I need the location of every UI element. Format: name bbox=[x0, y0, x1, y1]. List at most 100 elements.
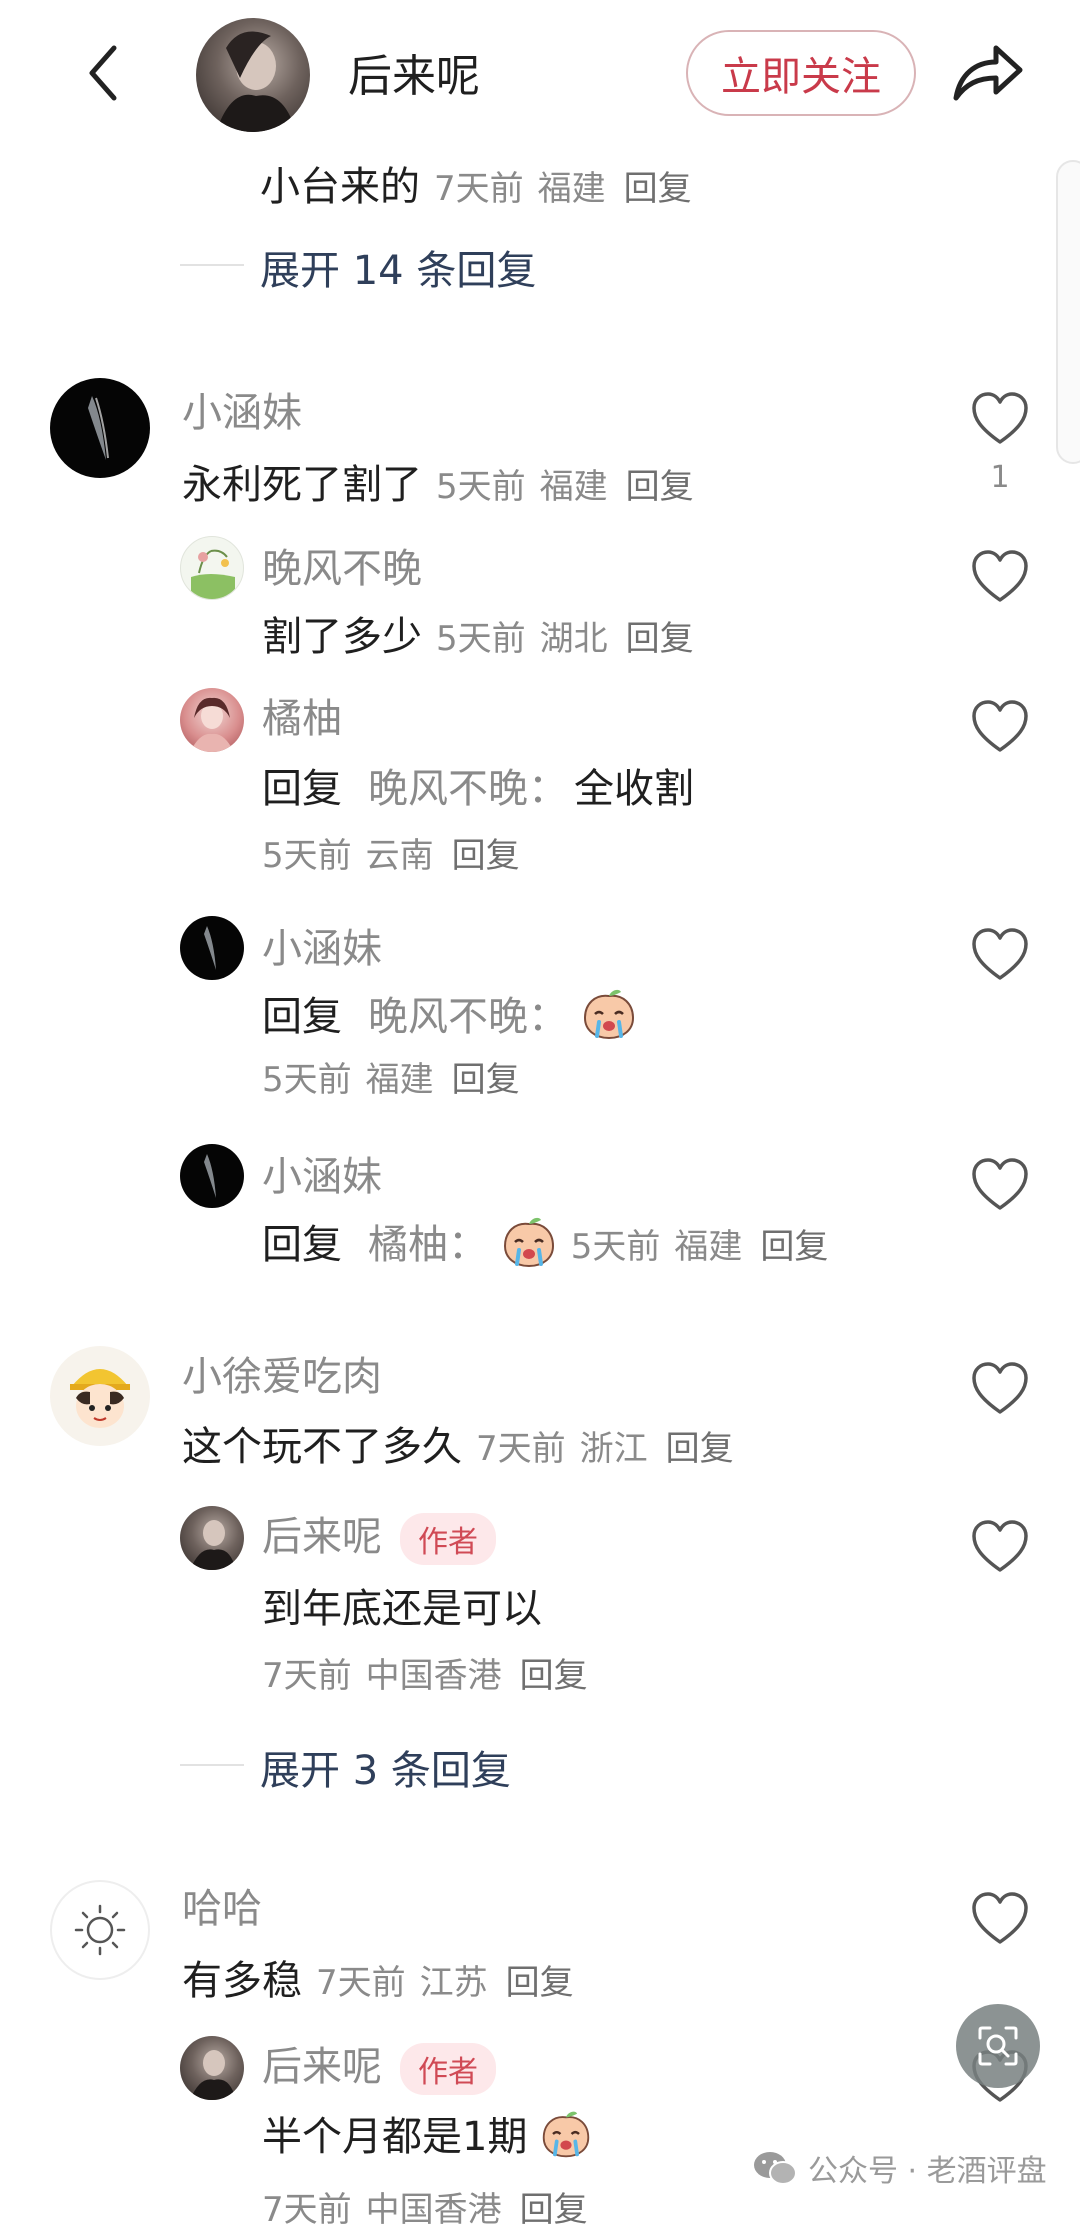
reply-time: 5天前 bbox=[262, 836, 352, 876]
reply-reply-link[interactable]: 回复 bbox=[760, 1227, 828, 1267]
partial-reply: 小台来的 7天前 福建 回复 bbox=[260, 154, 692, 212]
like-button[interactable] bbox=[970, 548, 1030, 608]
comment-avatar[interactable] bbox=[50, 378, 150, 478]
comment-text: 永利死了割了 bbox=[182, 462, 422, 508]
reply-avatar[interactable] bbox=[180, 1144, 244, 1208]
comment-author[interactable]: 小涵妹 bbox=[182, 380, 302, 438]
reply-author-name[interactable]: 后来呢 bbox=[262, 1514, 382, 1560]
comment-avatar[interactable] bbox=[50, 1880, 150, 1980]
sun-avatar-icon bbox=[74, 1904, 126, 1956]
heart-icon bbox=[972, 392, 1028, 444]
header-username: 后来呢 bbox=[348, 51, 480, 102]
chevron-left-icon bbox=[89, 45, 117, 101]
partial-reply-location: 福建 bbox=[537, 169, 606, 209]
reply-avatar[interactable] bbox=[180, 688, 244, 752]
girl-avatar-icon bbox=[190, 697, 234, 752]
reply-author: 后来呢 作者 bbox=[262, 2034, 496, 2095]
reply-location: 中国香港 bbox=[365, 2190, 502, 2230]
comment-text: 有多稳 bbox=[182, 1958, 302, 2004]
like-button[interactable] bbox=[970, 390, 1030, 450]
comment-location: 福建 bbox=[539, 467, 608, 507]
share-button[interactable] bbox=[950, 38, 1026, 108]
crying-peach-emoji-icon bbox=[540, 2109, 592, 2169]
partial-reply-text: 小台来的 bbox=[260, 164, 420, 210]
reply-location: 中国香港 bbox=[365, 1656, 502, 1696]
reply-prefix: 回复 bbox=[262, 766, 342, 812]
reply-body: 半个月都是1期 bbox=[262, 2104, 592, 2169]
reply-body: 回复 橘柚： 5天前 福建 回复 bbox=[262, 1212, 828, 1278]
reply-location: 福建 bbox=[674, 1227, 743, 1267]
like-button[interactable] bbox=[970, 1518, 1030, 1578]
reply-avatar[interactable] bbox=[180, 536, 244, 600]
expand-replies-14[interactable]: 展开 14 条回复 bbox=[260, 238, 536, 296]
image-search-button[interactable] bbox=[956, 2004, 1040, 2088]
streak-avatar-icon bbox=[204, 1154, 216, 1198]
reply-to-user[interactable]: 晚风不晚： bbox=[368, 994, 568, 1040]
scroll-indicator[interactable] bbox=[1056, 160, 1080, 464]
streak-avatar-icon bbox=[204, 926, 216, 970]
comment-reply-link[interactable]: 回复 bbox=[506, 1963, 574, 2003]
crying-peach-emoji-icon bbox=[501, 1216, 557, 1278]
reply-avatar[interactable] bbox=[180, 1506, 244, 1570]
reply-prefix: 回复 bbox=[262, 994, 342, 1040]
follow-button[interactable]: 立即关注 bbox=[686, 30, 916, 116]
plant-avatar-icon bbox=[191, 549, 235, 599]
reply-body: 回复 晚风不晚： 全收割 bbox=[262, 756, 694, 814]
cartoon-girl-avatar-icon bbox=[70, 1369, 130, 1428]
reply-author[interactable]: 橘柚 bbox=[262, 686, 342, 744]
heart-icon bbox=[972, 1158, 1028, 1210]
comment-body: 这个玩不了多久 7天前 浙江 回复 bbox=[182, 1414, 734, 1472]
like-button[interactable] bbox=[970, 926, 1030, 986]
like-button[interactable] bbox=[970, 698, 1030, 758]
reply-time: 5天前 bbox=[262, 1060, 352, 1100]
heart-icon bbox=[972, 1520, 1028, 1572]
comment-time: 7天前 bbox=[316, 1963, 406, 2003]
header-avatar[interactable] bbox=[196, 18, 310, 132]
reply-to-user[interactable]: 橘柚： bbox=[368, 1222, 488, 1268]
reply-reply-link[interactable]: 回复 bbox=[452, 836, 520, 876]
watermark: 公众号 · 老酒评盘 bbox=[752, 2146, 1047, 2190]
comment-reply-link[interactable]: 回复 bbox=[626, 467, 694, 507]
reply-meta: 7天前 中国香港 回复 bbox=[262, 1648, 588, 1697]
comment-author[interactable]: 小徐爱吃肉 bbox=[182, 1344, 382, 1402]
reply-reply-link[interactable]: 回复 bbox=[520, 2190, 588, 2230]
comment-location: 浙江 bbox=[579, 1429, 648, 1469]
reply-prefix: 回复 bbox=[262, 1222, 342, 1268]
reply-text: 全收割 bbox=[574, 766, 694, 812]
back-button[interactable] bbox=[78, 38, 128, 108]
reply-reply-link[interactable]: 回复 bbox=[452, 1060, 520, 1100]
like-button[interactable] bbox=[970, 1360, 1030, 1420]
reply-reply-link[interactable]: 回复 bbox=[626, 619, 694, 659]
reply-body: 割了多少 5天前 湖北 回复 bbox=[262, 604, 694, 662]
share-arrow-icon bbox=[953, 45, 1023, 101]
reply-location: 福建 bbox=[365, 1060, 434, 1100]
reply-avatar[interactable] bbox=[180, 2036, 244, 2100]
reply-reply-link[interactable]: 回复 bbox=[520, 1656, 588, 1696]
reply-author[interactable]: 晚风不晚 bbox=[262, 536, 422, 594]
comment-body: 有多稳 7天前 江苏 回复 bbox=[182, 1948, 574, 2006]
heart-icon bbox=[972, 550, 1028, 602]
expand-replies-3[interactable]: 展开 3 条回复 bbox=[260, 1738, 511, 1796]
comment-author[interactable]: 哈哈 bbox=[182, 1876, 262, 1934]
author-badge: 作者 bbox=[400, 1513, 496, 1565]
reply-to-user[interactable]: 晚风不晚： bbox=[368, 766, 568, 812]
comment-avatar[interactable] bbox=[50, 1346, 150, 1446]
reply-time: 7天前 bbox=[262, 2190, 352, 2230]
reply-author-name[interactable]: 后来呢 bbox=[262, 2044, 382, 2090]
follow-button-label: 立即关注 bbox=[721, 54, 881, 100]
reply-author: 后来呢 作者 bbox=[262, 1504, 496, 1565]
reply-author[interactable]: 小涵妹 bbox=[262, 916, 382, 974]
reply-meta: 5天前 福建 回复 bbox=[262, 1052, 520, 1101]
wechat-icon bbox=[754, 2152, 797, 2185]
partial-reply-reply-link[interactable]: 回复 bbox=[624, 169, 692, 209]
reply-avatar[interactable] bbox=[180, 916, 244, 980]
reply-text: 半个月都是1期 bbox=[262, 2114, 528, 2160]
expand-divider bbox=[180, 264, 244, 266]
reply-location: 湖北 bbox=[539, 619, 608, 659]
like-button[interactable] bbox=[970, 1156, 1030, 1216]
reply-author[interactable]: 小涵妹 bbox=[262, 1144, 382, 1202]
reply-meta: 7天前 中国香港 回复 bbox=[262, 2182, 588, 2231]
comment-location: 江苏 bbox=[419, 1963, 488, 2003]
comment-reply-link[interactable]: 回复 bbox=[666, 1429, 734, 1469]
like-button[interactable] bbox=[970, 1890, 1030, 1950]
